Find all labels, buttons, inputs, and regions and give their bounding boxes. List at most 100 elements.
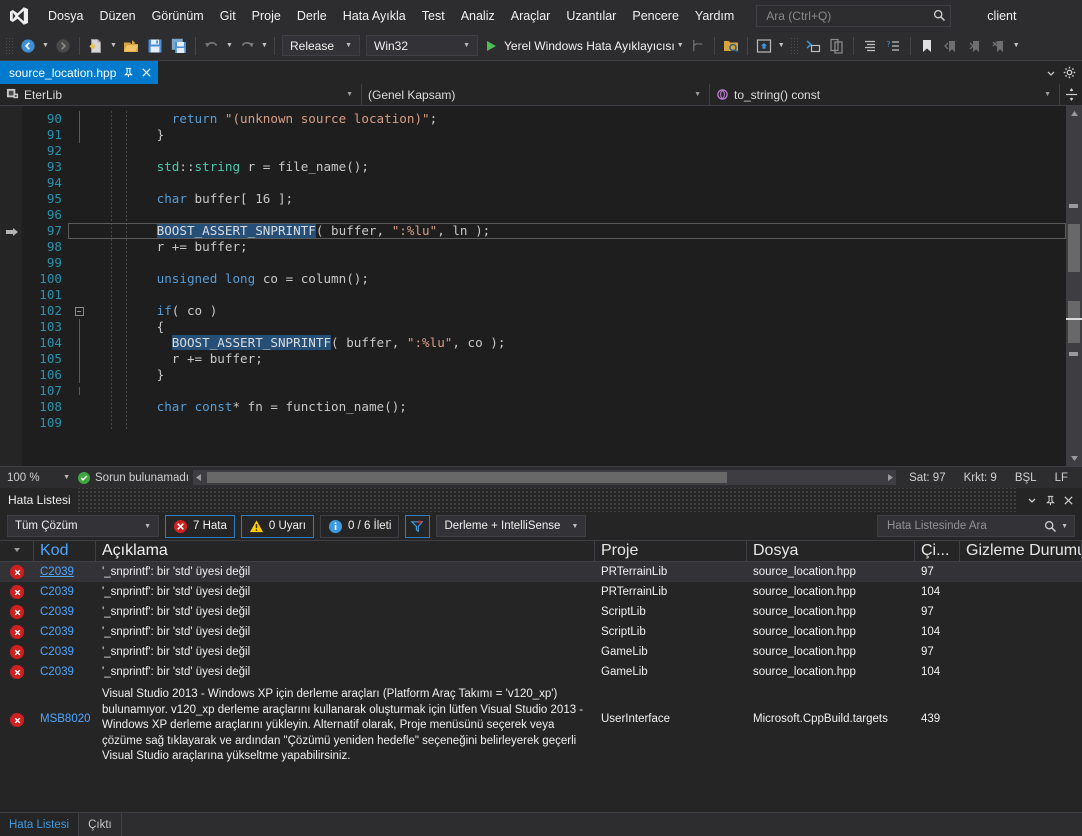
clear-bookmark-icon[interactable] xyxy=(988,35,1010,57)
undo-icon[interactable] xyxy=(201,35,223,57)
code-line[interactable]: 107 xyxy=(22,383,1066,399)
code-line[interactable]: 100 unsigned long co = column(); xyxy=(22,271,1066,287)
line-text[interactable]: return "(unknown source location)"; xyxy=(90,111,1066,127)
error-code-link[interactable]: MSB8020 xyxy=(34,687,96,725)
menu-item-analiz[interactable]: Analiz xyxy=(453,4,503,28)
fold-margin[interactable] xyxy=(68,319,90,335)
table-row[interactable]: C2039 '_snprintf': bir 'std' üyesi değil G… xyxy=(0,662,1082,682)
scrollbar-thumb[interactable] xyxy=(1068,301,1080,343)
error-code-link[interactable]: C2039 xyxy=(34,642,96,662)
chevron-down-icon[interactable] xyxy=(1042,63,1059,83)
quick-launch-input[interactable] xyxy=(764,7,934,24)
configuration-combo[interactable]: Release ▼ xyxy=(282,35,360,56)
code-line[interactable]: 91} xyxy=(22,127,1066,143)
split-view-icon[interactable] xyxy=(1060,84,1082,105)
undo-dropdown[interactable]: ▼ xyxy=(224,35,235,57)
menu-item-test[interactable]: Test xyxy=(414,4,453,28)
line-text[interactable] xyxy=(90,143,1066,159)
error-list-search[interactable]: ▼ xyxy=(877,515,1075,537)
preview-icon[interactable] xyxy=(753,35,775,57)
menu-item-araçlar[interactable]: Araçlar xyxy=(503,4,559,28)
close-icon[interactable] xyxy=(1059,490,1077,510)
column-header-project[interactable]: Proje xyxy=(595,540,747,562)
code-line[interactable]: 105 r += buffer; xyxy=(22,351,1066,367)
next-bookmark-icon[interactable] xyxy=(964,35,986,57)
table-row[interactable]: C2039 '_snprintf': bir 'std' üyesi değil G… xyxy=(0,642,1082,662)
outline-icon[interactable]: ? xyxy=(883,35,905,57)
table-row[interactable]: MSB8020 Visual Studio 2013 - Windows XP i… xyxy=(0,682,1082,765)
column-header-suppression[interactable]: Gizleme Durumu xyxy=(960,540,1082,562)
platform-combo[interactable]: Win32 ▼ xyxy=(366,35,478,56)
line-text[interactable] xyxy=(90,383,1066,399)
code-line[interactable]: 96 xyxy=(22,207,1066,223)
line-text[interactable]: BOOST_ASSERT_SNPRINTF( buffer, ":%lu", c… xyxy=(90,335,1066,351)
save-icon[interactable] xyxy=(144,35,166,57)
start-debug-label[interactable]: Yerel Windows Hata Ayıklayıcısı xyxy=(501,39,675,53)
errors-toggle-button[interactable]: 7 Hata xyxy=(165,514,235,538)
scope-filter-combo[interactable]: Tüm Çözüm ▼ xyxy=(7,515,159,537)
table-row[interactable]: C2039 '_snprintf': bir 'std' üyesi değil P… xyxy=(0,582,1082,602)
menu-item-derle[interactable]: Derle xyxy=(289,4,335,28)
pin-icon[interactable] xyxy=(1041,490,1059,510)
error-code-link[interactable]: C2039 xyxy=(34,662,96,682)
new-item-icon[interactable] xyxy=(85,35,107,57)
line-text[interactable]: { xyxy=(90,319,1066,335)
zoom-combo[interactable]: 100 % ▼ xyxy=(0,472,78,484)
line-text[interactable] xyxy=(90,255,1066,271)
properties-window-icon[interactable] xyxy=(802,35,824,57)
project-combo[interactable]: EterLib ▼ xyxy=(0,84,362,105)
toolbar-grip-2[interactable] xyxy=(789,36,798,55)
line-text[interactable]: char const* fn = function_name(); xyxy=(90,399,1066,415)
menu-item-yardım[interactable]: Yardım xyxy=(687,4,742,28)
toolbar-overflow-icon[interactable]: ▼ xyxy=(1011,35,1022,57)
column-header-file[interactable]: Dosya xyxy=(747,540,915,562)
quick-launch-search[interactable] xyxy=(756,4,952,27)
code-line[interactable]: 97 BOOST_ASSERT_SNPRINTF( buffer, ":%lu",… xyxy=(22,223,1066,239)
document-tab-source-location[interactable]: source_location.hpp xyxy=(0,61,159,84)
code-line[interactable]: 90 return "(unknown source location)"; xyxy=(22,111,1066,127)
table-row[interactable]: C2039 '_snprintf': bir 'std' üyesi değil P… xyxy=(0,562,1082,582)
code-line[interactable]: 103 { xyxy=(22,319,1066,335)
solution-explorer-icon[interactable] xyxy=(720,35,742,57)
redo-icon[interactable] xyxy=(236,35,258,57)
gear-icon[interactable] xyxy=(1061,63,1078,83)
line-text[interactable]: r += buffer; xyxy=(90,351,1066,367)
menu-item-görünüm[interactable]: Görünüm xyxy=(144,4,212,28)
code-line[interactable]: 104 BOOST_ASSERT_SNPRINTF( buffer, ":%lu"… xyxy=(22,335,1066,351)
line-text[interactable]: BOOST_ASSERT_SNPRINTF( buffer, ":%lu", l… xyxy=(90,223,1066,239)
prev-bookmark-icon[interactable] xyxy=(940,35,962,57)
panel-menu-chevron-down-icon[interactable] xyxy=(1023,490,1041,510)
line-text[interactable] xyxy=(90,207,1066,223)
error-code-link[interactable]: C2039 xyxy=(34,562,96,582)
fold-margin[interactable] xyxy=(68,111,90,127)
scrollbar-down-icon[interactable] xyxy=(1066,451,1082,466)
redo-dropdown[interactable]: ▼ xyxy=(259,35,270,57)
start-debug-dropdown[interactable]: ▼ xyxy=(675,35,686,57)
toolbar-grip[interactable] xyxy=(5,36,13,55)
navigate-forward-icon[interactable] xyxy=(52,35,74,57)
open-file-icon[interactable] xyxy=(120,35,142,57)
code-line[interactable]: 94 xyxy=(22,175,1066,191)
scrollbar-up-icon[interactable] xyxy=(1066,106,1082,121)
error-code-link[interactable]: C2039 xyxy=(34,582,96,602)
filter-icon[interactable] xyxy=(405,514,431,538)
code-lines[interactable]: 90 return "(unknown source location)"; 91}… xyxy=(22,106,1066,431)
code-line[interactable]: 101 xyxy=(22,287,1066,303)
column-header-code[interactable]: Kod xyxy=(34,540,96,562)
code-line[interactable]: 108 char const* fn = function_name(); xyxy=(22,399,1066,415)
scope-combo[interactable]: (Genel Kapsam) ▼ xyxy=(362,84,710,105)
menu-item-dosya[interactable]: Dosya xyxy=(40,4,91,28)
status-line-endings[interactable]: LF xyxy=(1046,472,1082,484)
menu-item-uzantılar[interactable]: Uzantılar xyxy=(558,4,624,28)
line-text[interactable]: } xyxy=(90,127,1066,143)
code-editor[interactable]: 90 return "(unknown source location)"; 91}… xyxy=(0,106,1082,466)
preview-dropdown[interactable]: ▼ xyxy=(776,35,787,57)
code-surface[interactable]: 90 return "(unknown source location)"; 91}… xyxy=(22,106,1066,466)
code-line[interactable]: 93 std::string r = file_name(); xyxy=(22,159,1066,175)
code-line[interactable]: 109 xyxy=(22,415,1066,431)
line-text[interactable]: if( co ) xyxy=(90,303,1066,319)
code-line[interactable]: 92 xyxy=(22,143,1066,159)
navigate-back-dropdown[interactable]: ▼ xyxy=(40,35,51,57)
code-line[interactable]: 98 r += buffer; xyxy=(22,239,1066,255)
column-header-severity[interactable] xyxy=(0,540,34,562)
